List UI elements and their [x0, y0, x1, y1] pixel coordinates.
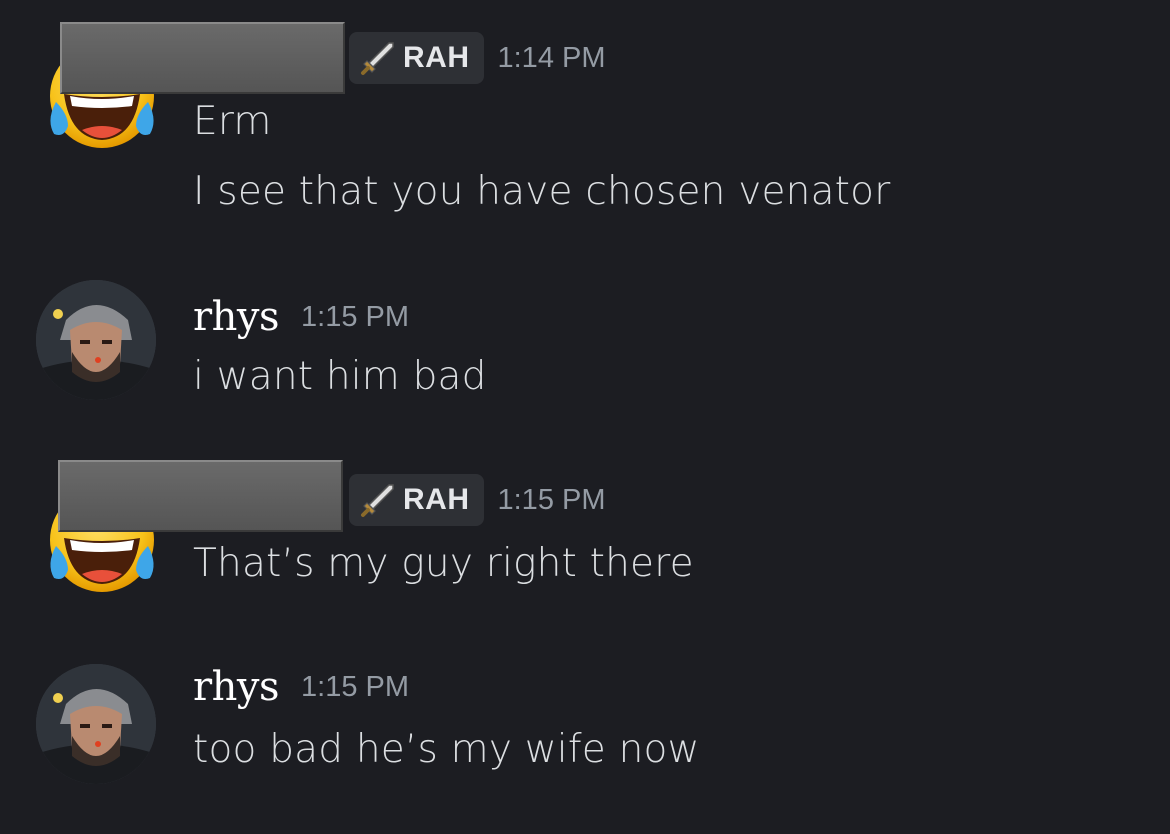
username[interactable]: rhys [193, 294, 280, 340]
message-text: too bad he’s my wife now [193, 727, 700, 772]
bearded-character-icon [36, 664, 156, 784]
sword-icon [361, 42, 394, 75]
message-header: rhys 1:15 PM [193, 289, 409, 345]
sword-icon [361, 484, 394, 517]
timestamp[interactable]: 1:15 PM [498, 484, 606, 517]
message-text: I see that you have chosen venator [193, 169, 891, 214]
timestamp[interactable]: 1:15 PM [301, 301, 409, 334]
timestamp[interactable]: 1:15 PM [301, 671, 409, 704]
avatar[interactable] [36, 664, 156, 784]
timestamp[interactable]: 1:14 PM [498, 42, 606, 75]
role-tag-label: RAH [403, 41, 470, 74]
bearded-character-icon [36, 280, 156, 400]
message-header: RAH 1:15 PM [349, 472, 606, 528]
redacted-username [58, 460, 343, 532]
message-text: Erm [193, 99, 272, 144]
message-header: rhys 1:15 PM [193, 659, 409, 715]
redacted-username [60, 22, 345, 94]
chat-log: RAH 1:14 PM Erm I see that you have chos… [0, 0, 1170, 834]
role-tag-label: RAH [403, 483, 470, 516]
avatar[interactable] [36, 280, 156, 400]
role-tag[interactable]: RAH [349, 32, 484, 84]
message-text: i want him bad [193, 354, 487, 399]
message-header: RAH 1:14 PM [349, 30, 606, 86]
username[interactable]: rhys [193, 664, 280, 710]
role-tag[interactable]: RAH [349, 474, 484, 526]
message-text: That’s my guy right there [193, 541, 694, 586]
